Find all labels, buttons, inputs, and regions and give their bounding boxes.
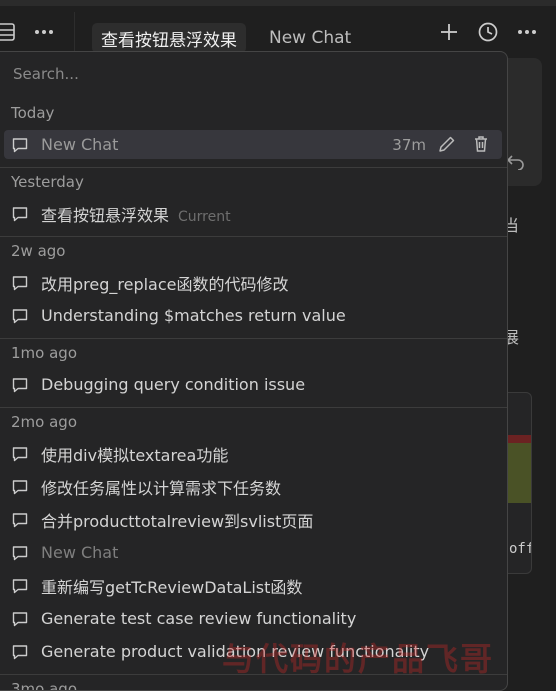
chat-history-item[interactable]: 查看按钮悬浮效果 Current [4,199,502,228]
chat-bubble-icon [11,205,29,223]
group-separator [0,167,507,168]
group-separator [0,407,507,408]
chat-title: 修改任务属性以计算需求下任务数 [41,478,282,498]
chat-title: New Chat [41,135,119,154]
chat-bubble-icon [11,511,29,529]
chat-history-dropdown: Today New Chat 37m Yesterday 查看按钮悬浮效果Current… [0,51,508,691]
search-input[interactable] [11,63,495,85]
plus-icon[interactable] [436,19,462,45]
watermark: 与代码的产品飞哥 [222,640,495,678]
chat-history-item[interactable]: 修改任务属性以计算需求下任务数 [4,472,502,501]
chat-bubble-icon [11,274,29,292]
chat-title: New Chat [41,543,119,562]
group-label: 1mo ago [11,344,77,362]
undo-icon [506,155,524,170]
chat-history-item[interactable]: 改用preg_replace函数的代码修改 [4,268,502,297]
group-separator [0,338,507,339]
chat-history-item[interactable]: 合并producttotalreview到svlist页面 [4,505,502,534]
delete-trash-icon[interactable] [471,134,491,154]
chat-history-item[interactable]: Debugging query condition issue [4,370,502,399]
current-badge: Current [178,208,231,225]
chat-history-item[interactable]: New Chat 37m [4,130,502,159]
group-separator [0,236,507,237]
code-text: off [509,541,532,557]
chat-bubble-icon [11,136,29,154]
chat-title: 使用div模拟textarea功能 [41,445,229,465]
group-label: 2w ago [11,242,66,260]
chat-history-item[interactable]: 重新编写getTcReviewDataList函数 [4,571,502,600]
chat-bubble-icon [11,643,29,661]
chat-bubble-icon [11,478,29,496]
rename-pencil-icon[interactable] [437,134,457,154]
chat-title: Understanding $matches return value [41,306,346,325]
chat-bubble-icon [11,577,29,595]
history-clock-icon[interactable] [475,19,501,45]
tab-label: New Chat [269,28,352,48]
chat-history-item[interactable]: 使用div模拟textarea功能 [4,439,502,468]
chat-title: 合并producttotalreview到svlist页面 [41,511,314,531]
chat-history-item[interactable]: New Chat [4,538,502,567]
chat-title: 查看按钮悬浮效果 Current [41,205,231,225]
tab-active-chat[interactable]: 查看按钮悬浮效果 [92,23,246,53]
more-options-icon[interactable] [31,19,57,45]
group-label: 2mo ago [11,413,77,431]
chat-title: 改用preg_replace函数的代码修改 [41,274,289,294]
chat-bubble-icon [11,544,29,562]
more-options-icon[interactable] [514,19,540,45]
chat-history-item[interactable]: Generate test case review functionality [4,604,502,633]
toggle-sidebar-icon[interactable] [0,19,18,45]
chat-title: 重新编写getTcReviewDataList函数 [41,577,303,597]
chat-timestamp: 37m [392,135,426,154]
chat-bubble-icon [11,307,29,325]
chat-bubble-icon [11,445,29,463]
chat-bubble-icon [11,376,29,394]
chat-title: Generate test case review functionality [41,609,357,628]
chat-bubble-icon [11,610,29,628]
group-label: Yesterday [11,173,84,191]
tab-label: 查看按钮悬浮效果 [101,30,237,51]
chat-history-item[interactable]: Understanding $matches return value [4,301,502,330]
tab-new-chat[interactable]: New Chat [262,23,358,53]
group-label: Today [11,104,55,122]
chat-title: Debugging query condition issue [41,375,306,394]
